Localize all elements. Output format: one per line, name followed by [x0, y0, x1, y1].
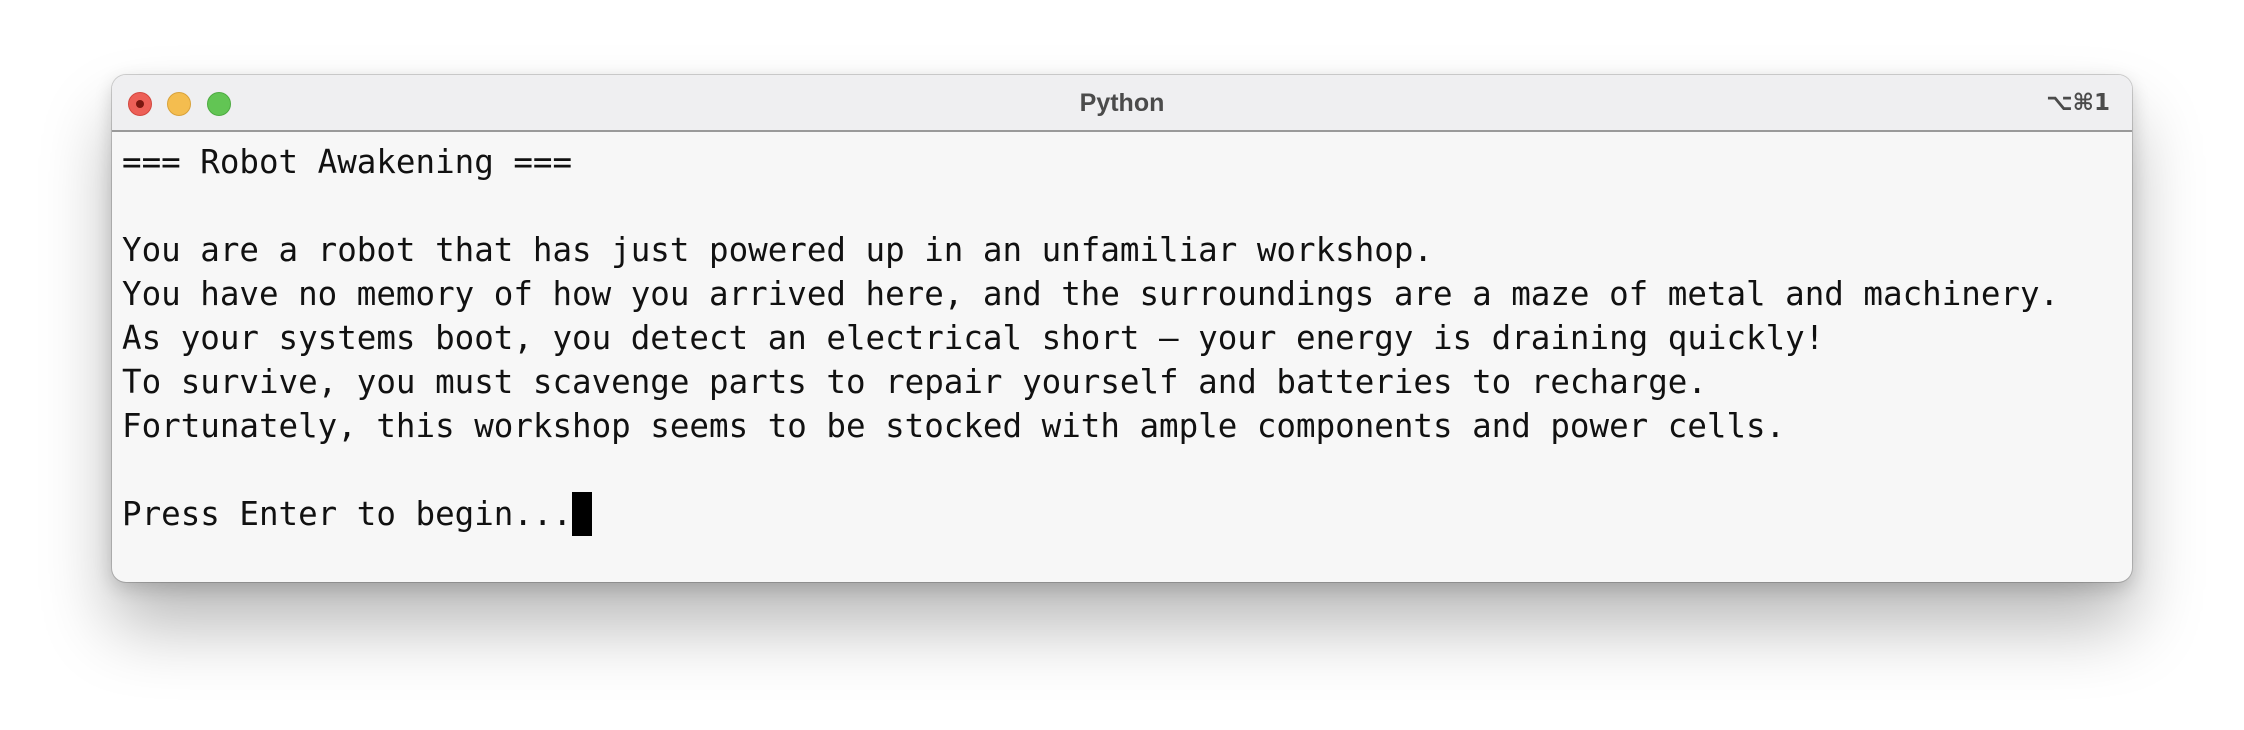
prompt-text: Press Enter to begin... [122, 495, 573, 533]
terminal-window: Python ⌥⌘1 === Robot Awakening === You a… [112, 75, 2132, 582]
terminal-line: You are a robot that has just powered up… [122, 231, 1433, 269]
terminal-prompt-line[interactable]: Press Enter to begin... [122, 492, 2122, 536]
terminal-line: To survive, you must scavenge parts to r… [122, 363, 1707, 401]
title-bar[interactable]: Python ⌥⌘1 [112, 75, 2132, 132]
terminal-output[interactable]: === Robot Awakening === You are a robot … [122, 140, 2122, 582]
window-title: Python [1079, 89, 1165, 117]
terminal-line: Fortunately, this workshop seems to be s… [122, 407, 1786, 445]
terminal-line: As your systems boot, you detect an elec… [122, 319, 1825, 357]
desktop: Python ⌥⌘1 === Robot Awakening === You a… [0, 0, 2244, 730]
text-cursor [572, 492, 593, 536]
window-shortcut: ⌥⌘1 [2046, 90, 2110, 116]
terminal-line: === Robot Awakening === [122, 143, 573, 181]
terminal-line: You have no memory of how you arrived he… [122, 275, 2060, 313]
